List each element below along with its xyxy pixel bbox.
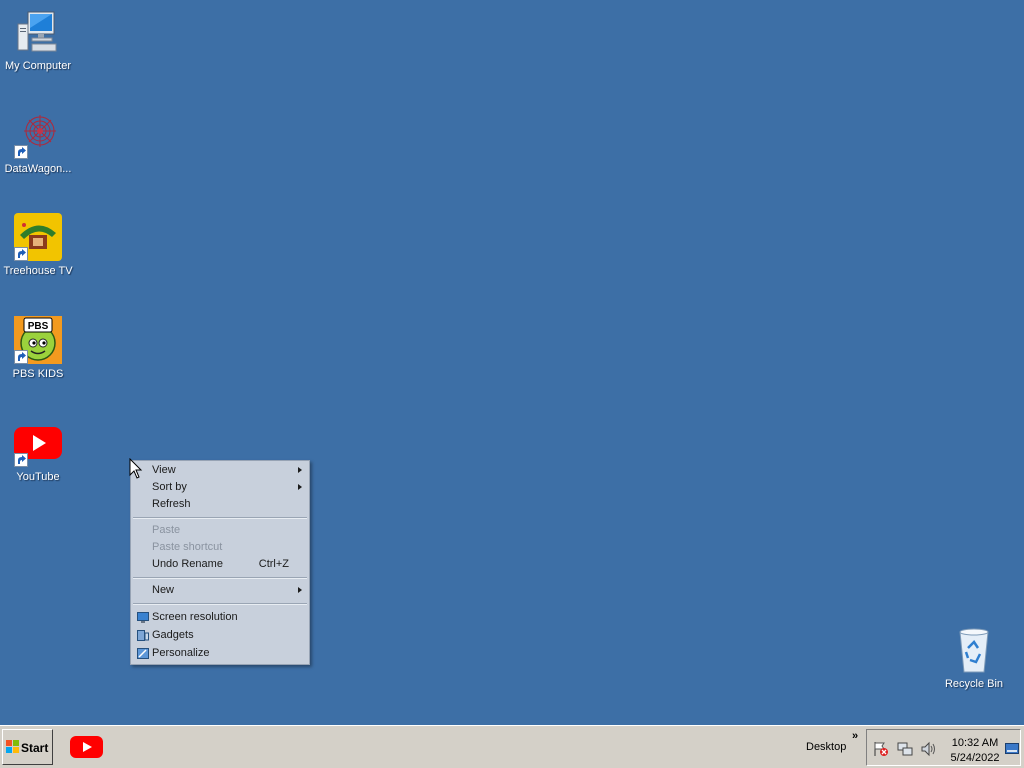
- network-icon[interactable]: [897, 741, 913, 757]
- pbs-kids-logo-icon: PBS: [14, 316, 62, 364]
- menu-separator: [133, 517, 307, 519]
- youtube-shortcut[interactable]: YouTube: [0, 419, 76, 483]
- icon-label: PBS KIDS: [12, 368, 64, 380]
- menu-item-view[interactable]: View: [133, 462, 307, 479]
- icon-label: DataWagon...: [4, 163, 72, 175]
- toolbar-chevron-icon[interactable]: »: [852, 730, 858, 742]
- menu-item-screen-resolution[interactable]: Screen resolution: [133, 609, 307, 626]
- shortcut-arrow-icon: [14, 453, 28, 467]
- desktop-context-menu: View Sort by Refresh Paste Paste shortcu…: [130, 460, 310, 665]
- desktop-toolbar-label[interactable]: Desktop: [806, 741, 846, 753]
- menu-item-paste-shortcut: Paste shortcut: [152, 541, 223, 553]
- icon-label: YouTube: [16, 471, 60, 483]
- clock-date: 5/24/2022: [950, 752, 1000, 764]
- recycle-bin-shortcut[interactable]: Recycle Bin: [936, 626, 1012, 690]
- pbs-kids-shortcut[interactable]: PBS PBS KIDS: [0, 316, 76, 380]
- pbs-logo-text: PBS: [28, 321, 49, 332]
- menu-item-personalize[interactable]: Personalize: [133, 645, 307, 662]
- start-button[interactable]: Start: [2, 729, 53, 765]
- icon-label: Recycle Bin: [944, 678, 1004, 690]
- menu-item-refresh[interactable]: Refresh: [133, 496, 307, 513]
- system-tray: 10:32 AM 5/24/2022: [866, 729, 1021, 766]
- recycle-bin-icon: [950, 626, 998, 674]
- treehouse-tv-shortcut[interactable]: Treehouse TV: [0, 213, 76, 277]
- taskbar: Start Desktop » 10:32 AM 5/24/2022: [0, 725, 1024, 768]
- menu-item-paste: Paste: [152, 524, 181, 536]
- shortcut-arrow-icon: [14, 145, 28, 159]
- desktop[interactable]: My Computer DataWagon... Treehouse TV PB…: [0, 0, 1024, 725]
- menu-item-gadgets[interactable]: Gadgets: [133, 627, 307, 644]
- menu-item-sort-by[interactable]: Sort by: [133, 479, 307, 496]
- shortcut-arrow-icon: [14, 350, 28, 364]
- submenu-arrow-icon: [298, 587, 302, 593]
- youtube-quicklaunch-icon[interactable]: [70, 736, 103, 758]
- icon-label: My Computer: [4, 60, 72, 72]
- windows-logo-icon: [6, 740, 20, 754]
- clock[interactable]: 10:32 AM 5/24/2022: [945, 736, 1005, 766]
- mouse-pointer-icon: [129, 457, 143, 480]
- icon-label: Treehouse TV: [3, 265, 73, 277]
- submenu-arrow-icon: [298, 467, 302, 473]
- datawagon-shortcut[interactable]: DataWagon...: [0, 111, 76, 175]
- volume-icon[interactable]: [921, 741, 937, 757]
- menu-separator: [133, 603, 307, 605]
- menu-item-new[interactable]: New: [133, 582, 307, 599]
- shortcut-arrow-icon: [14, 247, 28, 261]
- screen-resolution-icon: [137, 612, 149, 623]
- action-center-flag-icon[interactable]: [873, 741, 889, 757]
- personalize-icon: [137, 648, 149, 659]
- gadgets-icon: [137, 630, 149, 641]
- treehouse-logo-icon: [14, 213, 62, 261]
- submenu-arrow-icon: [298, 484, 302, 490]
- youtube-logo-icon: [14, 419, 62, 467]
- show-desktop-icon[interactable]: [1005, 743, 1019, 754]
- menu-item-undo-rename[interactable]: Undo Rename Ctrl+Z: [133, 556, 307, 573]
- undo-shortcut-key: Ctrl+Z: [258, 558, 289, 570]
- computer-icon: [14, 8, 62, 56]
- clock-time: 10:32 AM: [951, 737, 999, 749]
- menu-separator: [133, 577, 307, 579]
- datawagon-logo-icon: [14, 111, 62, 159]
- my-computer-shortcut[interactable]: My Computer: [0, 8, 76, 72]
